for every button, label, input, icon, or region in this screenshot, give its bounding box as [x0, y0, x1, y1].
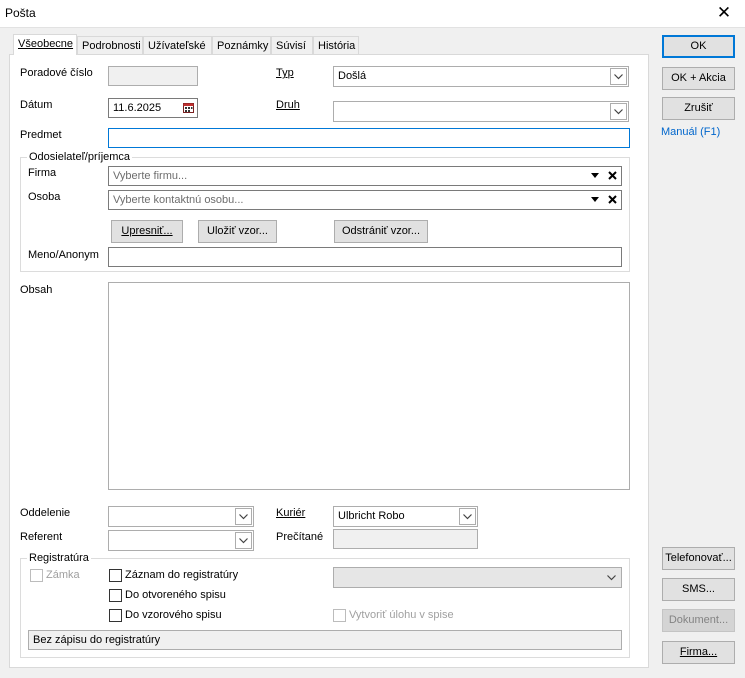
do-vzoroveho-checkbox[interactable]	[109, 609, 122, 622]
chevron-down-icon[interactable]	[610, 103, 627, 120]
window-title: Pošta	[5, 6, 36, 20]
upresnit-label: Upresniť...	[121, 225, 173, 237]
firma-actions	[591, 171, 617, 180]
meno-label: Meno/Anonym	[28, 249, 99, 261]
zaznam-checkbox[interactable]	[109, 569, 122, 582]
zamka-label: Zámka	[46, 569, 80, 581]
zaznam-label: Záznam do registratúry	[125, 569, 239, 581]
manual-link[interactable]: Manuál (F1)	[661, 126, 720, 138]
datum-field[interactable]: 11.6.2025	[108, 98, 198, 118]
poradove-cislo-label: Poradové číslo	[20, 67, 93, 79]
ok-akcia-button[interactable]: OK + Akcia	[662, 67, 735, 90]
predmet-label-text: Predmet	[20, 129, 62, 141]
meno-input[interactable]	[108, 247, 622, 267]
chevron-down-icon[interactable]	[603, 569, 620, 586]
odosielatel-group-title: Odosielateľ/príjemca	[27, 151, 133, 163]
chevron-down-icon	[591, 197, 599, 202]
osoba-actions	[591, 195, 617, 204]
tab-historia[interactable]: História	[313, 36, 359, 55]
kurier-select[interactable]: Ulbricht Robo	[333, 506, 478, 527]
telefonovat-label: Telefonovať...	[665, 552, 732, 564]
referent-select[interactable]	[108, 530, 254, 551]
obsah-textarea[interactable]	[108, 282, 630, 490]
firma-placeholder: Vyberte firmu...	[113, 170, 188, 182]
odstranit-vzor-label: Odstrániť vzor...	[341, 225, 421, 237]
close-icon[interactable]: ✕	[709, 2, 739, 24]
precitane-field	[333, 529, 478, 549]
zrusit-button[interactable]: Zrušiť	[662, 97, 735, 120]
ok-akcia-label: OK + Akcia	[671, 72, 726, 84]
tab-uzivatelske[interactable]: Užívateľské	[143, 36, 212, 55]
osoba-combo[interactable]: Vyberte kontaktnú osobu...	[108, 190, 622, 210]
firma-button-label: Firma...	[679, 646, 718, 658]
ok-button[interactable]: OK	[662, 35, 735, 58]
typ-label: Typ	[276, 67, 294, 79]
ok-label: OK	[690, 40, 707, 52]
typ-value: Došlá	[338, 70, 367, 82]
osoba-label: Osoba	[28, 191, 61, 203]
poradove-cislo-field	[108, 66, 198, 86]
obsah-label: Obsah	[20, 284, 53, 296]
chevron-down-icon[interactable]	[610, 68, 627, 85]
predmet-input[interactable]	[108, 128, 630, 148]
dokument-button[interactable]: Dokument...	[662, 609, 735, 632]
kurier-label: Kuriér	[276, 507, 306, 519]
do-otvoreneho-checkbox[interactable]	[109, 589, 122, 602]
predmet-label: Predmet	[20, 129, 62, 141]
calendar-icon[interactable]	[183, 103, 194, 113]
tab-label: Užívateľské	[148, 40, 206, 52]
chevron-down-icon[interactable]	[459, 508, 476, 525]
druh-select[interactable]	[333, 101, 629, 122]
tab-label: Všeobecne	[18, 38, 74, 50]
vytvorit-ulohu-label: Vytvoriť úlohu v spise	[349, 609, 454, 621]
registratura-select[interactable]	[333, 567, 622, 588]
chevron-down-icon[interactable]	[235, 508, 252, 525]
title-bar: Pošta ✕	[0, 0, 745, 28]
tab-podrobnosti[interactable]: Podrobnosti	[77, 36, 143, 55]
zamka-checkbox[interactable]	[30, 569, 43, 582]
clear-x-icon	[608, 195, 617, 204]
chevron-down-icon[interactable]	[235, 532, 252, 549]
sms-label: SMS...	[681, 583, 715, 595]
datum-value: 11.6.2025	[113, 102, 162, 114]
tab-label: Súvisí	[276, 40, 306, 52]
telefonovat-button[interactable]: Telefonovať...	[662, 547, 735, 570]
clear-x-icon	[608, 171, 617, 180]
upresnit-button[interactable]: Upresniť...	[111, 220, 183, 243]
sms-button[interactable]: SMS...	[662, 578, 735, 601]
tab-poznamky[interactable]: Poznámky	[212, 36, 271, 55]
do-vzoroveho-label: Do vzorového spisu	[125, 609, 222, 621]
firma-label: Firma	[28, 167, 57, 179]
oddelenie-select[interactable]	[108, 506, 254, 527]
zrusit-label: Zrušiť	[684, 102, 713, 114]
kurier-value: Ulbricht Robo	[338, 510, 405, 522]
chevron-down-icon	[591, 173, 599, 178]
firma-combo[interactable]: Vyberte firmu...	[108, 166, 622, 186]
registratura-group-title: Registratúra	[27, 552, 91, 564]
oddelenie-label: Oddelenie	[20, 507, 71, 519]
dokument-label: Dokument...	[668, 614, 729, 626]
tab-label: História	[318, 40, 356, 52]
odstranit-vzor-button[interactable]: Odstrániť vzor...	[334, 220, 428, 243]
vytvorit-ulohu-checkbox[interactable]	[333, 609, 346, 622]
datum-label: Dátum	[20, 99, 53, 111]
tab-label: Podrobnosti	[82, 40, 141, 52]
tab-label: Poznámky	[217, 40, 269, 52]
referent-label: Referent	[20, 531, 63, 543]
tab-vseobecne[interactable]: Všeobecne	[13, 34, 77, 55]
tab-suvisi[interactable]: Súvisí	[271, 36, 313, 55]
registratura-status: Bez zápisu do registratúry	[28, 630, 622, 650]
ulozit-vzor-button[interactable]: Uložiť vzor...	[198, 220, 277, 243]
firma-button[interactable]: Firma...	[662, 641, 735, 664]
precitane-label: Prečítané	[276, 531, 324, 543]
do-otvoreneho-label: Do otvoreného spisu	[125, 589, 226, 601]
ulozit-vzor-label: Uložiť vzor...	[207, 225, 268, 237]
druh-label: Druh	[276, 99, 300, 111]
typ-select[interactable]: Došlá	[333, 66, 629, 87]
osoba-placeholder: Vyberte kontaktnú osobu...	[113, 194, 244, 206]
